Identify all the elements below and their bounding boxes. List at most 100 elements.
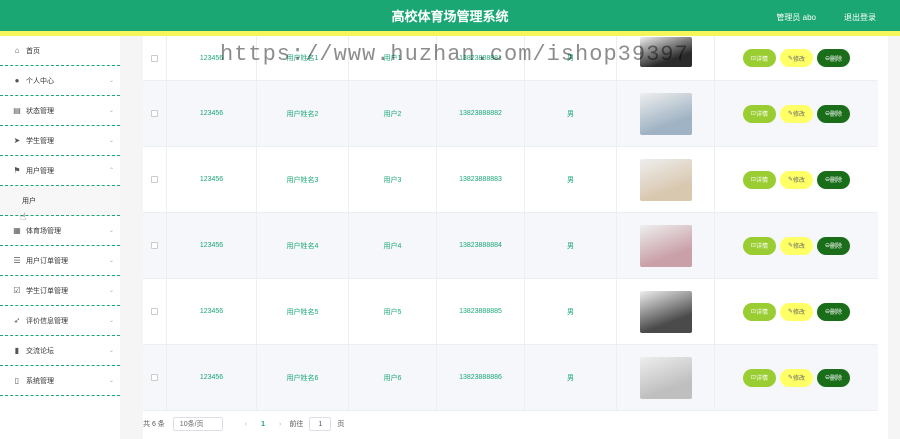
delete-button[interactable]: ⊖ 删除 xyxy=(817,236,851,255)
sidebar-item-system[interactable]: ▯ 系统管理 ⌄ xyxy=(0,366,120,396)
page-size-select[interactable]: 10条/页 xyxy=(172,417,223,431)
briefcase-icon: ▤ xyxy=(13,106,21,115)
edit-button[interactable]: ✎ 修改 xyxy=(779,302,814,321)
edit-button[interactable]: ✎ 修改 xyxy=(779,170,814,189)
row-checkbox-cell[interactable] xyxy=(143,147,167,212)
row-checkbox[interactable] xyxy=(151,374,158,381)
chevron-down-icon: ⌄ xyxy=(108,288,114,294)
cell-name: 用户姓名6 xyxy=(257,345,349,410)
sidebar-item-home[interactable]: ⌂ 首页 xyxy=(0,36,120,66)
cell-account: 用户3 xyxy=(349,147,437,212)
chevron-up-icon: ⌃ xyxy=(108,168,114,174)
delete-label: 删除 xyxy=(830,112,843,118)
detail-label: 详情 xyxy=(755,376,768,382)
chevron-down-icon: ⌄ xyxy=(108,228,114,234)
cell-id: 123456 xyxy=(167,147,257,212)
edit-button[interactable]: ✎ 修改 xyxy=(779,368,814,387)
detail-button[interactable]: ⊡ 详情 xyxy=(742,236,776,255)
delete-button[interactable]: ⊖ 删除 xyxy=(817,170,851,189)
detail-button[interactable]: ⊡ 详情 xyxy=(742,170,776,189)
sidebar-item-label: 状态管理 xyxy=(26,107,54,115)
detail-label: 详情 xyxy=(755,244,768,250)
sidebar-item-label: 个人中心 xyxy=(26,77,54,85)
detail-button[interactable]: ⊡ 详情 xyxy=(742,368,776,387)
row-checkbox-cell[interactable] xyxy=(143,213,167,278)
home-icon: ⌂ xyxy=(14,46,20,55)
sidebar-item-user-orders[interactable]: ☰ 用户订单管理 ⌄ xyxy=(0,246,120,276)
cell-sex: 男 xyxy=(525,81,617,146)
detail-label: 详情 xyxy=(755,178,768,184)
row-checkbox[interactable] xyxy=(151,110,158,117)
avatar xyxy=(639,158,692,201)
cell-phone: 13823888886 xyxy=(437,345,525,410)
detail-button[interactable]: ⊡ 详情 xyxy=(742,302,776,321)
cell-actions: ⊡ 详情 ✎ 修改 ⊖ 删除 xyxy=(715,279,878,344)
detail-button[interactable]: ⊡ 详情 xyxy=(742,49,776,67)
cell-sex: 男 xyxy=(525,213,617,278)
edit-button[interactable]: ✎ 修改 xyxy=(779,49,814,67)
table-row: 123456 用户姓名2 用户2 13823888882 男 ⊡ 详情 ✎ 修改… xyxy=(143,81,878,147)
sidebar-item-profile[interactable]: ● 个人中心 ⌄ xyxy=(0,66,120,96)
sidebar: ⌂ 首页 ● 个人中心 ⌄ ▤ 状态管理 ⌄ ➤ 学生管理 ⌄ ⚑ 用户管理 ⌃… xyxy=(0,36,120,439)
sidebar-item-students[interactable]: ➤ 学生管理 ⌄ xyxy=(0,126,120,156)
row-checkbox-cell[interactable] xyxy=(143,345,167,410)
chevron-down-icon: ⌄ xyxy=(108,318,114,324)
logout-link[interactable]: 退出登录 xyxy=(844,12,876,23)
row-checkbox[interactable] xyxy=(151,242,158,249)
cell-account: 用户2 xyxy=(349,81,437,146)
row-checkbox[interactable] xyxy=(151,176,158,183)
row-checkbox-cell[interactable] xyxy=(143,36,167,80)
list-icon: ☰ xyxy=(13,256,21,265)
next-page-icon[interactable]: › xyxy=(279,421,281,428)
delete-button[interactable]: ⊖ 删除 xyxy=(817,104,851,123)
cell-avatar xyxy=(617,147,715,212)
table-row: 123456 用户姓名3 用户3 13823888883 男 ⊡ 详情 ✎ 修改… xyxy=(143,147,878,213)
detail-label: 详情 xyxy=(755,56,768,63)
sidebar-item-label: 首页 xyxy=(26,47,40,55)
watermark-text: https://www.huzhan.com/ishop39397 xyxy=(220,42,689,67)
prev-page-icon[interactable]: ‹ xyxy=(245,421,247,428)
cell-phone: 13823888882 xyxy=(437,81,525,146)
app-title: 高校体育场管理系统 xyxy=(391,9,509,24)
cell-phone: 13823888885 xyxy=(437,279,525,344)
chevron-down-icon: ⌄ xyxy=(108,258,114,264)
cell-id: 123456 xyxy=(167,279,257,344)
navigation-icon: ➶ xyxy=(13,316,21,325)
page-size-value: 10条/页 xyxy=(179,421,204,428)
current-user: 管理员 abo xyxy=(776,13,816,22)
delete-label: 删除 xyxy=(830,178,843,184)
total-count: 共 6 条 xyxy=(143,421,165,428)
sidebar-item-label: 用户 xyxy=(22,197,36,205)
cell-account: 用户5 xyxy=(349,279,437,344)
delete-button[interactable]: ⊖ 删除 xyxy=(817,49,851,67)
edit-button[interactable]: ✎ 修改 xyxy=(779,236,814,255)
sidebar-item-status[interactable]: ▤ 状态管理 ⌄ xyxy=(0,96,120,126)
phone-icon: ▯ xyxy=(14,376,20,385)
delete-button[interactable]: ⊖ 删除 xyxy=(817,302,851,321)
sidebar-item-forum[interactable]: ▮ 交流论坛 ⌄ xyxy=(0,336,120,366)
edit-label: 修改 xyxy=(793,178,806,184)
cell-phone: 13823888883 xyxy=(437,147,525,212)
goto-page-input[interactable]: 1 xyxy=(309,417,332,431)
sidebar-item-reviews[interactable]: ➶ 评价信息管理 ⌄ xyxy=(0,306,120,336)
flag-icon: ⚑ xyxy=(13,166,21,175)
sidebar-item-users[interactable]: ⚑ 用户管理 ⌃ xyxy=(0,156,120,186)
delete-button[interactable]: ⊖ 删除 xyxy=(817,368,851,387)
sidebar-item-student-orders[interactable]: ☑ 学生订单管理 ⌄ xyxy=(0,276,120,306)
cell-name: 用户姓名2 xyxy=(257,81,349,146)
sidebar-subitem-user[interactable]: 用户 xyxy=(0,186,120,216)
row-checkbox[interactable] xyxy=(151,308,158,315)
avatar xyxy=(639,92,692,135)
page-number[interactable]: 1 xyxy=(261,421,265,428)
cell-actions: ⊡ 详情 ✎ 修改 ⊖ 删除 xyxy=(715,81,878,146)
sidebar-item-stadium[interactable]: ▦ 体育场管理 ⌄ xyxy=(0,216,120,246)
edit-button[interactable]: ✎ 修改 xyxy=(779,104,814,123)
row-checkbox[interactable] xyxy=(151,54,158,62)
user-icon: ● xyxy=(14,76,20,85)
detail-button[interactable]: ⊡ 详情 xyxy=(742,104,776,123)
delete-label: 删除 xyxy=(830,244,843,250)
sidebar-item-label: 学生管理 xyxy=(26,137,54,145)
row-checkbox-cell[interactable] xyxy=(143,279,167,344)
row-checkbox-cell[interactable] xyxy=(143,81,167,146)
chevron-down-icon: ⌄ xyxy=(108,78,114,84)
